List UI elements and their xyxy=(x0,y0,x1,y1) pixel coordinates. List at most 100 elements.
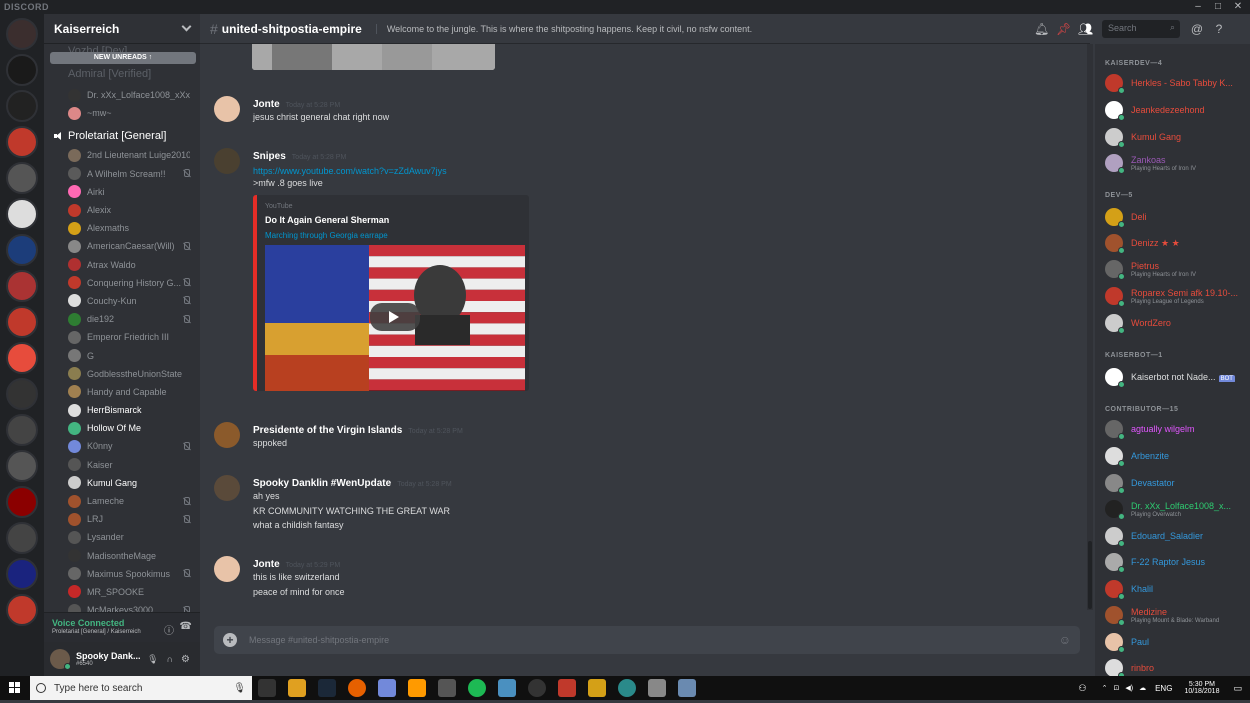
avatar[interactable] xyxy=(214,148,240,174)
chevron-up-icon[interactable]: ⌃ xyxy=(1102,684,1108,692)
firefox-icon[interactable] xyxy=(348,679,366,697)
member-item[interactable]: Herkles - Sabo Tabby K... xyxy=(1105,74,1245,94)
embed-title[interactable]: Do It Again General Sherman xyxy=(265,215,521,225)
member-item[interactable]: WordZero xyxy=(1105,314,1245,334)
avatar[interactable] xyxy=(214,475,240,501)
message-author[interactable]: Jonte xyxy=(253,559,280,570)
member-item[interactable]: agtually wilgelm xyxy=(1105,420,1245,440)
server-icon[interactable] xyxy=(6,522,38,554)
avatar[interactable] xyxy=(214,422,240,448)
taskbar-search-input[interactable]: Type here to search 🎙︎ xyxy=(30,676,252,700)
spotify-icon[interactable] xyxy=(468,679,486,697)
discord-taskbar-icon[interactable] xyxy=(378,679,396,697)
app-icon[interactable] xyxy=(588,679,606,697)
emoji-icon[interactable]: ☺ xyxy=(1059,633,1071,647)
voice-user[interactable]: Kaiser xyxy=(44,456,200,474)
member-item[interactable]: Deli xyxy=(1105,208,1245,228)
server-icon[interactable] xyxy=(6,54,38,86)
steam-icon[interactable] xyxy=(318,679,336,697)
voice-user[interactable]: Alexmaths xyxy=(44,219,200,237)
info-icon[interactable]: ⓘ xyxy=(164,622,174,637)
voice-user[interactable]: GodblesstheUnionState xyxy=(44,365,200,383)
app-icon[interactable] xyxy=(648,679,666,697)
voice-user[interactable]: Alexix xyxy=(44,201,200,219)
member-item[interactable]: Khalil xyxy=(1105,580,1245,600)
app-icon[interactable] xyxy=(528,679,546,697)
mic-icon[interactable]: 🎙︎ xyxy=(147,654,158,665)
people-icon[interactable]: ⚇ xyxy=(1079,683,1087,694)
voice-user[interactable]: K0nny xyxy=(44,437,200,455)
server-icon[interactable] xyxy=(6,594,38,626)
app-icon[interactable] xyxy=(678,679,696,697)
server-icon[interactable] xyxy=(6,198,38,230)
voice-user[interactable]: Conquering History G... xyxy=(44,274,200,292)
app-icon[interactable] xyxy=(498,679,516,697)
task-view-icon[interactable] xyxy=(258,679,276,697)
clock[interactable]: 5:30 PM 10/18/2018 xyxy=(1184,681,1219,695)
member-item[interactable]: Denizz ★ ★ xyxy=(1105,234,1245,254)
message-link[interactable]: https://www.youtube.com/watch?v=zZdAwuv7… xyxy=(253,166,1074,176)
upload-icon[interactable]: + xyxy=(223,633,237,647)
message-author[interactable]: Jonte xyxy=(253,99,280,110)
voice-user[interactable]: Hollow Of Me xyxy=(44,419,200,437)
server-icon[interactable] xyxy=(6,90,38,122)
avatar[interactable] xyxy=(214,556,240,582)
voice-user[interactable]: Maximus Spookimus xyxy=(44,565,200,583)
server-icon[interactable] xyxy=(6,306,38,338)
voice-user[interactable]: ~mw~ xyxy=(44,104,200,122)
volume-icon[interactable]: ◀) xyxy=(1125,684,1133,692)
search-input[interactable]: Search ⌕ xyxy=(1102,20,1180,38)
close-icon[interactable]: ✕ xyxy=(1228,0,1248,14)
member-item[interactable]: Kumul Gang xyxy=(1105,128,1245,148)
member-item[interactable]: Zankoas Playing Hearts of Iron IV xyxy=(1105,154,1245,174)
server-header[interactable]: Kaiserreich xyxy=(44,14,200,44)
voice-user[interactable]: Handy and Capable xyxy=(44,383,200,401)
server-icon[interactable] xyxy=(6,162,38,194)
voice-user[interactable]: Kumul Gang xyxy=(44,474,200,492)
server-icon[interactable] xyxy=(6,270,38,302)
server-icon[interactable] xyxy=(6,450,38,482)
voice-user[interactable]: Airki xyxy=(44,183,200,201)
voice-channel-proletariat[interactable]: Proletariat [General] xyxy=(44,126,200,146)
maximize-icon[interactable]: □ xyxy=(1208,0,1228,14)
help-icon[interactable]: ? xyxy=(1212,22,1226,36)
member-item[interactable]: Dr. xXx_Lolface1008_x... Playing Overwatc… xyxy=(1105,500,1245,520)
server-icon[interactable] xyxy=(6,378,38,410)
voice-user[interactable]: die192 xyxy=(44,310,200,328)
disconnect-icon[interactable]: ☎ xyxy=(180,621,192,632)
voice-user[interactable]: Lysander xyxy=(44,528,200,546)
app-icon[interactable] xyxy=(438,679,456,697)
bell-icon[interactable]: 🔔︎ xyxy=(1034,22,1049,36)
server-icon[interactable] xyxy=(6,126,38,158)
avatar[interactable] xyxy=(50,649,71,670)
member-item[interactable]: Pietrus Playing Hearts of Iron IV xyxy=(1105,260,1245,280)
member-item[interactable]: Jeankedezeehond xyxy=(1105,101,1245,121)
voice-user[interactable]: Lameche xyxy=(44,492,200,510)
message-author[interactable]: Spooky Danklin #WenUpdate xyxy=(253,478,391,489)
member-item[interactable]: rinbro xyxy=(1105,659,1245,676)
mic-icon[interactable]: 🎙︎ xyxy=(233,683,246,694)
member-item[interactable]: Paul xyxy=(1105,633,1245,653)
windows-start-icon[interactable] xyxy=(0,676,30,700)
network-icon[interactable]: ⊡ xyxy=(1114,684,1120,692)
gear-icon[interactable]: ⚙ xyxy=(181,654,190,665)
language-indicator[interactable]: ENG xyxy=(1155,684,1172,693)
voice-user[interactable]: Emperor Friedrich III xyxy=(44,328,200,346)
member-item[interactable]: Arbenzite xyxy=(1105,447,1245,467)
voice-user[interactable]: HerrBismarck xyxy=(44,401,200,419)
server-icon[interactable] xyxy=(6,558,38,590)
server-icon[interactable] xyxy=(6,18,38,50)
voice-user[interactable]: Couchy-Kun xyxy=(44,292,200,310)
member-item[interactable]: F-22 Raptor Jesus xyxy=(1105,553,1245,573)
message-scrollbar[interactable] xyxy=(1087,44,1093,610)
app-icon[interactable] xyxy=(558,679,576,697)
voice-user[interactable]: MadisontheMage xyxy=(44,547,200,565)
member-item[interactable]: Medizine Playing Mount & Blade: Warband xyxy=(1105,606,1245,626)
voice-user[interactable]: MR_SPOOKE xyxy=(44,583,200,601)
member-item[interactable]: Roparex Semi afk 19.10-... Playing League… xyxy=(1105,287,1245,307)
voice-user[interactable]: G xyxy=(44,346,200,364)
member-item[interactable]: Kaiserbot not Nade... BOT xyxy=(1105,368,1245,388)
message-author[interactable]: Presidente of the Virgin Islands xyxy=(253,425,402,436)
embed-provider[interactable]: YouTube xyxy=(265,203,521,210)
voice-user[interactable]: Dr. xXx_Lolface1008_xXx xyxy=(44,86,200,104)
